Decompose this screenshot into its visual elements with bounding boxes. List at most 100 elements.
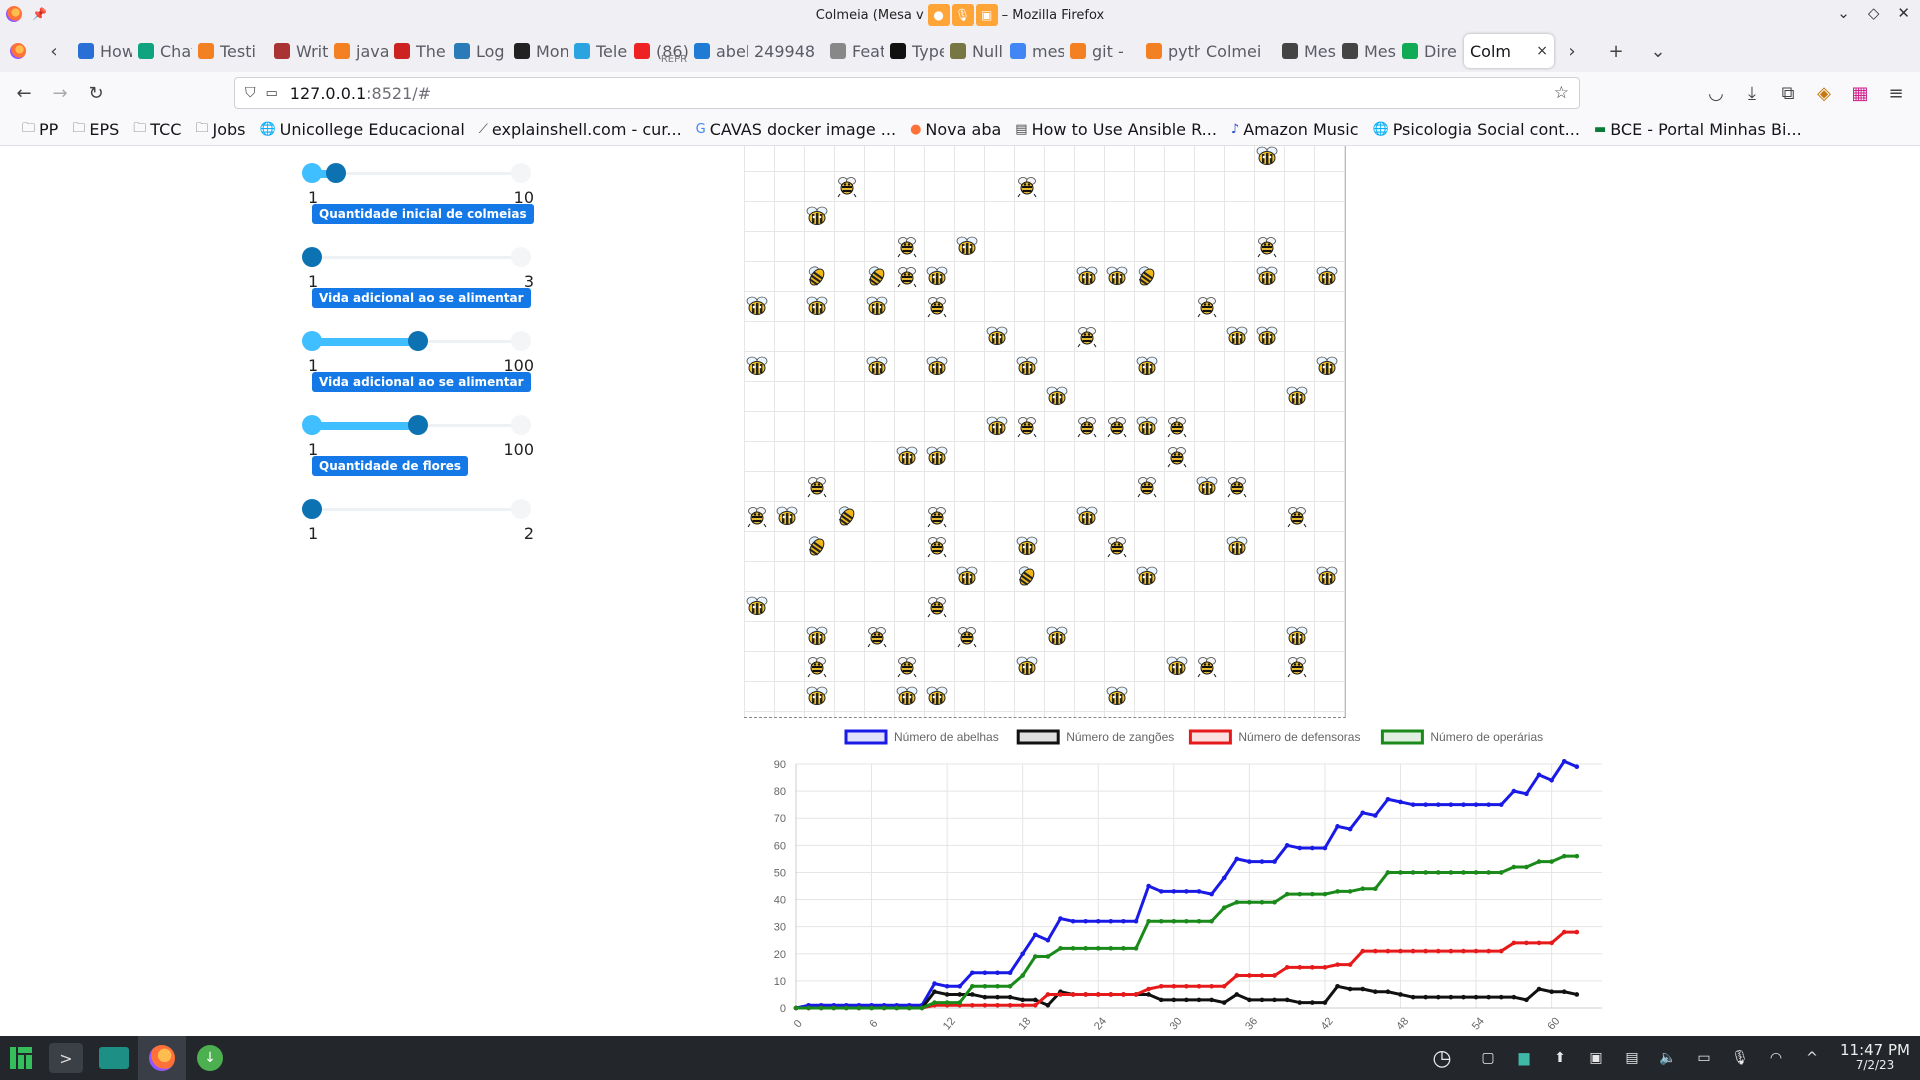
clock-app-icon[interactable]: ◷	[1414, 1036, 1470, 1080]
battery-icon[interactable]: ▭	[1686, 1036, 1722, 1080]
green-app-icon[interactable]: ▆	[1506, 1036, 1542, 1080]
bookmark-10[interactable]: 🌐 Psicologia Social cont...	[1373, 120, 1580, 139]
tab-18[interactable]: Colmei	[1200, 34, 1276, 68]
url-text[interactable]: 127.0.0.1:8521/#	[290, 84, 431, 103]
extension-grid-button[interactable]: ▦	[1842, 77, 1878, 109]
back-button[interactable]: ←	[6, 77, 42, 109]
legend-item[interactable]: Número de zangões	[1016, 729, 1174, 745]
tray-expand-icon[interactable]: ^	[1794, 1036, 1830, 1080]
devices-icon[interactable]: ▣	[1578, 1036, 1614, 1080]
slider-end-handle[interactable]	[511, 163, 531, 183]
bookmark-8[interactable]: ▤ How to Use Ansible R...	[1015, 120, 1217, 139]
screen-share-indicators[interactable]: ● 🎙 ▣	[927, 4, 998, 26]
file-manager-button[interactable]	[90, 1036, 138, 1080]
maximize-button[interactable]: ◇	[1868, 4, 1880, 22]
microphone-icon[interactable]: 🎙	[1722, 1036, 1758, 1080]
tab-active[interactable]: Colm ×	[1464, 34, 1554, 68]
screen-icon[interactable]: ▢	[1470, 1036, 1506, 1080]
tab-8[interactable]: Tele	[568, 34, 628, 68]
extension-button[interactable]: ◈	[1806, 77, 1842, 109]
scroll-tabs-left-button[interactable]: ‹	[36, 34, 72, 68]
tab-15[interactable]: mes	[1004, 34, 1064, 68]
legend-item[interactable]: Número de operárias	[1380, 729, 1543, 745]
slider-handle[interactable]	[326, 163, 346, 183]
downloads-button[interactable]: ⤓	[1734, 77, 1770, 109]
tab-0[interactable]: How	[72, 34, 132, 68]
tab-3[interactable]: Writ	[268, 34, 328, 68]
wifi-icon[interactable]: ◠	[1758, 1036, 1794, 1080]
tab-13[interactable]: Type	[884, 34, 944, 68]
vpn-icon[interactable]: ⬆	[1542, 1036, 1578, 1080]
legend-item[interactable]: Número de abelhas	[844, 729, 999, 745]
list-all-tabs-button[interactable]: ⌄	[1640, 34, 1676, 68]
slider-start-handle[interactable]	[302, 163, 322, 183]
tab-12[interactable]: Feat	[824, 34, 884, 68]
slider-start-handle[interactable]	[302, 331, 322, 351]
bookmark-4[interactable]: 🌐 Unicollege Educacional	[259, 120, 464, 139]
bookmark-3[interactable]: 🗀 Jobs	[195, 119, 245, 141]
close-window-button[interactable]: ✕	[1897, 4, 1910, 22]
legend-item[interactable]: Número de defensoras	[1188, 729, 1360, 745]
slider-start-handle[interactable]	[302, 415, 322, 435]
tab-6[interactable]: Log	[448, 34, 508, 68]
firefox-view-button[interactable]	[0, 34, 36, 68]
minimize-button[interactable]: ⌄	[1837, 4, 1850, 22]
terminal-button[interactable]: >	[42, 1036, 90, 1080]
app-menu-button[interactable]: ≡	[1878, 77, 1914, 109]
slider-handle[interactable]	[408, 331, 428, 351]
download-manager-button[interactable]: ↓	[186, 1036, 234, 1080]
tab-17[interactable]: pyth	[1140, 34, 1200, 68]
tracking-protection-icon[interactable]: ⛉	[245, 85, 256, 101]
extensions-button[interactable]: ⧉	[1770, 77, 1806, 109]
bookmark-9[interactable]: ♪ Amazon Music	[1231, 120, 1359, 139]
new-tab-button[interactable]: +	[1598, 34, 1634, 68]
firefox-icon[interactable]	[6, 6, 22, 22]
slider-handle[interactable]	[302, 499, 322, 519]
forward-button[interactable]: →	[42, 77, 78, 109]
pin-icon[interactable]: 📌	[32, 7, 47, 21]
tab-2[interactable]: Testi	[192, 34, 268, 68]
tab-1[interactable]: Chat	[132, 34, 192, 68]
clock[interactable]: 11:47 PM 7/2/23	[1830, 1043, 1920, 1073]
tab-11[interactable]: 249948	[748, 34, 824, 68]
bookmark-6[interactable]: G CAVAS docker image ...	[696, 120, 896, 139]
pocket-button[interactable]: ◡	[1698, 77, 1734, 109]
slider-3[interactable]: 1 100	[302, 415, 534, 459]
slider-0[interactable]: 1 10	[302, 163, 534, 207]
page-info-icon[interactable]: ▭	[266, 86, 278, 101]
slider-end-handle[interactable]	[511, 247, 531, 267]
tab-7[interactable]: Mon	[508, 34, 568, 68]
volume-icon[interactable]: 🔈	[1650, 1036, 1686, 1080]
clipboard-icon[interactable]: ▤	[1614, 1036, 1650, 1080]
slider-handle[interactable]	[302, 247, 322, 267]
bookmark-7[interactable]: ● Nova aba	[910, 120, 1001, 139]
tab-21[interactable]: Dire	[1396, 34, 1456, 68]
firefox-sharing-icon[interactable]: ●	[927, 4, 950, 26]
slider-2[interactable]: 1 100	[302, 331, 534, 375]
tab-5[interactable]: The	[388, 34, 448, 68]
url-bar[interactable]: ⛉ ▭ 127.0.0.1:8521/# ☆	[234, 77, 1580, 109]
slider-handle[interactable]	[408, 415, 428, 435]
slider-end-handle[interactable]	[511, 331, 531, 351]
tab-19[interactable]: Mes	[1276, 34, 1336, 68]
bookmark-5[interactable]: ⟋ explainshell.com - cur...	[479, 120, 682, 139]
slider-4[interactable]: 12	[302, 499, 534, 543]
slider-end-handle[interactable]	[511, 499, 531, 519]
microphone-sharing-icon[interactable]: 🎙	[951, 4, 974, 26]
manjaro-menu-button[interactable]	[0, 1036, 42, 1080]
reload-button[interactable]: ↻	[78, 77, 114, 109]
bookmark-11[interactable]: ▬ BCE - Portal Minhas Bi...	[1594, 120, 1802, 139]
bookmark-2[interactable]: 🗀 TCC	[133, 119, 181, 141]
tab-10[interactable]: abel	[688, 34, 748, 68]
slider-end-handle[interactable]	[511, 415, 531, 435]
bookmark-0[interactable]: 🗀 PP	[22, 119, 58, 141]
tab-20[interactable]: Mes	[1336, 34, 1396, 68]
bookmark-star-icon[interactable]: ☆	[1554, 83, 1569, 103]
screen-sharing-icon[interactable]: ▣	[975, 4, 998, 26]
firefox-taskbar-button[interactable]	[138, 1036, 186, 1080]
bookmark-1[interactable]: 🗀 EPS	[72, 119, 119, 141]
slider-1[interactable]: 13	[302, 247, 534, 291]
tab-9[interactable]: (86) REPR	[628, 34, 688, 68]
close-tab-icon[interactable]: ×	[1536, 43, 1548, 59]
tab-16[interactable]: git -	[1064, 34, 1140, 68]
